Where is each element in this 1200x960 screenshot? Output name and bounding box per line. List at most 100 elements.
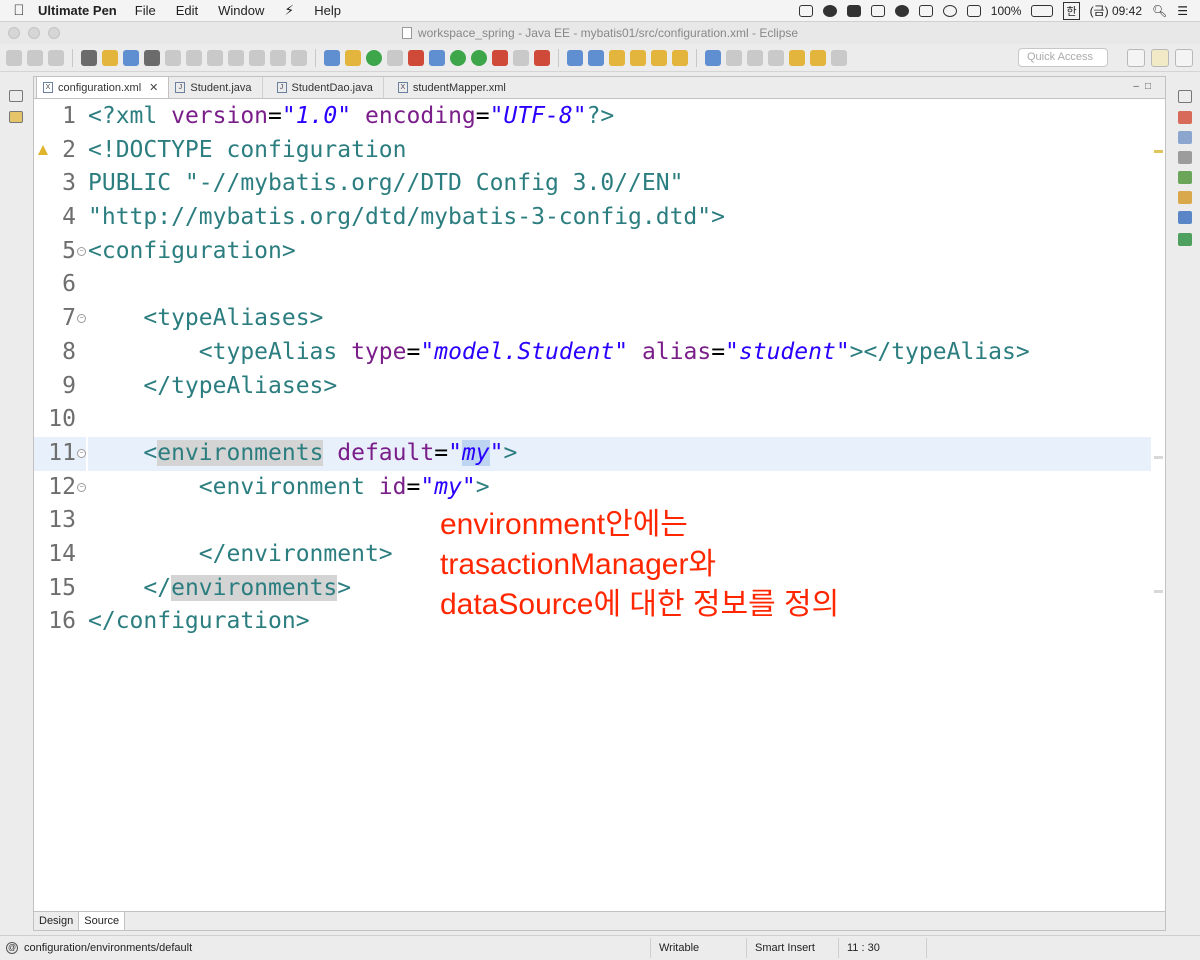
tab-studentmapper-xml[interactable]: X studentMapper.xml	[384, 77, 516, 98]
quick-access-input[interactable]: Quick Access	[1018, 48, 1108, 67]
attr-name: alias	[628, 338, 712, 365]
menu-edit[interactable]: Edit	[176, 3, 198, 18]
outline-icon[interactable]	[1178, 111, 1192, 124]
open-folder-icon[interactable]	[630, 49, 646, 66]
chat-icon[interactable]	[822, 4, 837, 17]
build-icon[interactable]	[81, 49, 97, 66]
maximize-view-icon[interactable]: □	[1145, 81, 1157, 92]
console-icon[interactable]	[1178, 211, 1192, 224]
zoom-window-button[interactable]	[48, 27, 60, 39]
next-annotation-icon[interactable]	[747, 49, 763, 66]
new-wizard-icon[interactable]	[429, 49, 445, 66]
debug-icon[interactable]	[450, 49, 466, 66]
skip-breakpoints-icon[interactable]	[144, 49, 160, 66]
wifi-icon[interactable]	[942, 4, 957, 17]
resume-icon[interactable]	[165, 49, 181, 66]
insert-mode[interactable]: Smart Insert	[746, 938, 838, 958]
tab-source[interactable]: Source	[79, 912, 126, 930]
terminate-icon[interactable]	[207, 49, 223, 66]
warning-marker[interactable]	[1154, 150, 1163, 153]
web-browser-icon[interactable]	[408, 49, 424, 66]
open-task-icon[interactable]	[672, 49, 688, 66]
close-tab-icon[interactable]: ✕	[149, 81, 158, 94]
tab-configuration-xml[interactable]: X configuration.xml ✕	[36, 76, 170, 98]
clean-icon[interactable]	[102, 49, 118, 66]
servers-icon[interactable]	[1178, 171, 1192, 184]
square-icon[interactable]	[918, 4, 933, 17]
search-icon[interactable]	[651, 49, 667, 66]
block-selection-icon[interactable]	[387, 49, 403, 66]
apple-menu-icon[interactable]: 	[0, 2, 38, 19]
previous-annotation-icon[interactable]	[768, 49, 784, 66]
properties-icon[interactable]	[1178, 151, 1192, 164]
step-return-icon[interactable]	[291, 49, 307, 66]
airplay-icon[interactable]	[966, 4, 981, 17]
close-window-button[interactable]	[8, 27, 20, 39]
globe-icon[interactable]	[705, 49, 721, 66]
forward-icon[interactable]	[831, 49, 847, 66]
occurrence-marker[interactable]	[1154, 456, 1163, 459]
toggle-mark-icon[interactable]	[345, 49, 361, 66]
git-perspective-icon[interactable]	[1175, 49, 1193, 67]
restore-view-icon[interactable]	[9, 90, 23, 102]
back-icon[interactable]	[789, 49, 805, 66]
cloud-icon[interactable]	[894, 4, 909, 17]
dropbox-icon[interactable]	[798, 4, 813, 17]
java-ee-perspective-icon[interactable]	[1151, 49, 1169, 67]
tag: <configuration>	[88, 237, 296, 264]
occurrence-marker[interactable]	[1154, 590, 1163, 593]
format-icon[interactable]	[324, 49, 340, 66]
step-into-icon[interactable]	[249, 49, 265, 66]
restore-view-icon[interactable]	[1178, 90, 1192, 103]
step-over-icon[interactable]	[270, 49, 286, 66]
tab-design[interactable]: Design	[34, 912, 80, 930]
d-icon[interactable]	[870, 4, 885, 17]
menu-help[interactable]: Help	[314, 3, 341, 18]
tab-studentdao-java[interactable]: J StudentDao.java	[263, 77, 384, 98]
back-history-icon[interactable]	[810, 49, 826, 66]
save-all-icon[interactable]	[48, 49, 64, 66]
open-type-icon[interactable]	[609, 49, 625, 66]
fold-toggle-icon[interactable]: −	[77, 314, 86, 324]
tag: <typeAlias	[198, 338, 338, 365]
battery-icon[interactable]	[1031, 4, 1054, 17]
menu-window[interactable]: Window	[218, 3, 264, 18]
pen-icon[interactable]	[726, 49, 742, 66]
run-icon[interactable]	[471, 49, 487, 66]
progress-icon[interactable]	[1178, 233, 1192, 246]
fold-toggle-icon[interactable]: −	[77, 482, 86, 492]
server-icon[interactable]	[366, 49, 382, 66]
terminal-icon[interactable]	[123, 49, 139, 66]
task-list-icon[interactable]	[1178, 131, 1192, 144]
overview-ruler[interactable]	[1152, 100, 1165, 912]
data-source-icon[interactable]	[1178, 191, 1192, 204]
menu-app-name[interactable]: Ultimate Pen	[38, 3, 117, 18]
deploy-icon[interactable]	[534, 49, 550, 66]
disconnect-icon[interactable]	[228, 49, 244, 66]
fold-toggle-icon[interactable]: −	[77, 448, 86, 458]
warning-icon[interactable]	[38, 144, 48, 155]
minimize-window-button[interactable]	[28, 27, 40, 39]
command-icon[interactable]	[846, 4, 861, 17]
minimize-view-icon[interactable]: –	[1133, 81, 1145, 92]
clock[interactable]: (금) 09:42	[1090, 2, 1142, 19]
input-method-indicator[interactable]: 한	[1063, 1, 1080, 20]
coverage-icon[interactable]	[513, 49, 529, 66]
suspend-icon[interactable]	[186, 49, 202, 66]
quote: "	[448, 439, 462, 466]
spotlight-icon[interactable]: 🔍︎	[1152, 4, 1167, 18]
notification-center-icon[interactable]: ☰	[1177, 4, 1188, 18]
open-perspective-icon[interactable]	[1127, 49, 1145, 67]
source-editor[interactable]: 1 2 3 4 5− 6 7− 8 9 10 11− 12− 13 14 15 …	[34, 100, 1165, 912]
new-class-icon[interactable]	[567, 49, 583, 66]
bolt-icon[interactable]: ⚡	[284, 2, 294, 19]
new-icon[interactable]	[6, 49, 22, 66]
external-tools-icon[interactable]	[492, 49, 508, 66]
fold-toggle-icon[interactable]: −	[77, 246, 86, 256]
project-explorer-icon[interactable]	[9, 111, 23, 123]
new-package-icon[interactable]	[588, 49, 604, 66]
menu-file[interactable]: File	[135, 3, 156, 18]
tab-student-java[interactable]: J Student.java	[169, 77, 263, 98]
save-icon[interactable]	[27, 49, 43, 66]
document-icon	[401, 27, 412, 39]
